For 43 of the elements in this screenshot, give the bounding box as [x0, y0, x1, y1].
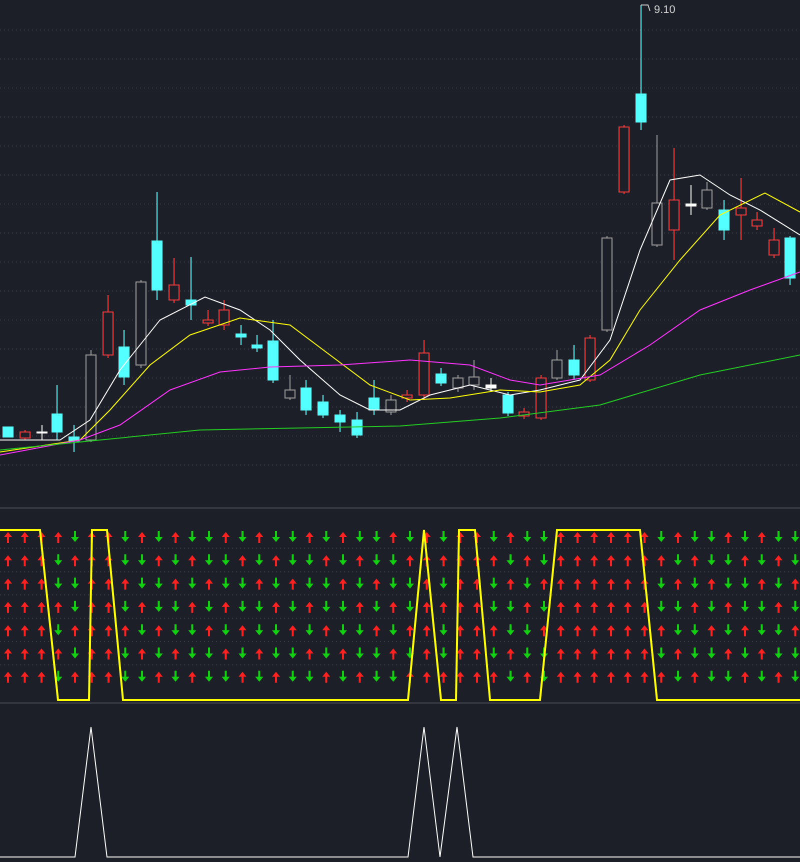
candlestick — [352, 412, 362, 438]
leader-line — [640, 4, 650, 12]
candlestick — [736, 178, 746, 240]
candlestick — [718, 200, 730, 240]
candlestick — [536, 374, 546, 420]
candlestick — [618, 124, 630, 194]
candlestick — [236, 324, 246, 346]
candlestick — [102, 294, 114, 358]
candlestick — [584, 334, 596, 382]
candlestick — [702, 182, 712, 210]
candlestick — [252, 334, 262, 352]
candlestick — [518, 408, 530, 420]
candlestick — [318, 394, 328, 418]
candlestick — [168, 258, 180, 304]
candlestick — [186, 256, 196, 320]
candlestick — [768, 228, 780, 258]
candlestick — [552, 350, 562, 380]
candlestick — [468, 360, 480, 390]
candlestick — [118, 330, 130, 386]
candlestick — [202, 310, 214, 326]
candlestick — [368, 380, 380, 416]
candlestick — [486, 378, 496, 392]
candlestick — [568, 344, 580, 380]
candlestick — [68, 424, 80, 452]
candlestick — [20, 430, 30, 440]
candlestick — [418, 340, 430, 400]
candlestick — [752, 212, 762, 230]
candlestick — [284, 374, 296, 400]
candlestick — [686, 184, 696, 216]
candlestick — [2, 426, 14, 438]
candlestick — [452, 374, 464, 392]
candlestick — [784, 236, 796, 286]
candlestick — [36, 424, 48, 440]
candlestick — [386, 394, 396, 416]
candlestick — [402, 390, 412, 402]
price-label: 9.10 — [654, 4, 676, 16]
candlestick — [52, 384, 62, 440]
candlestick — [502, 392, 514, 416]
candlestick — [218, 300, 230, 330]
candlestick — [268, 320, 278, 384]
candlestick — [300, 380, 312, 416]
candlestick — [436, 368, 446, 386]
candlestick — [334, 410, 346, 432]
